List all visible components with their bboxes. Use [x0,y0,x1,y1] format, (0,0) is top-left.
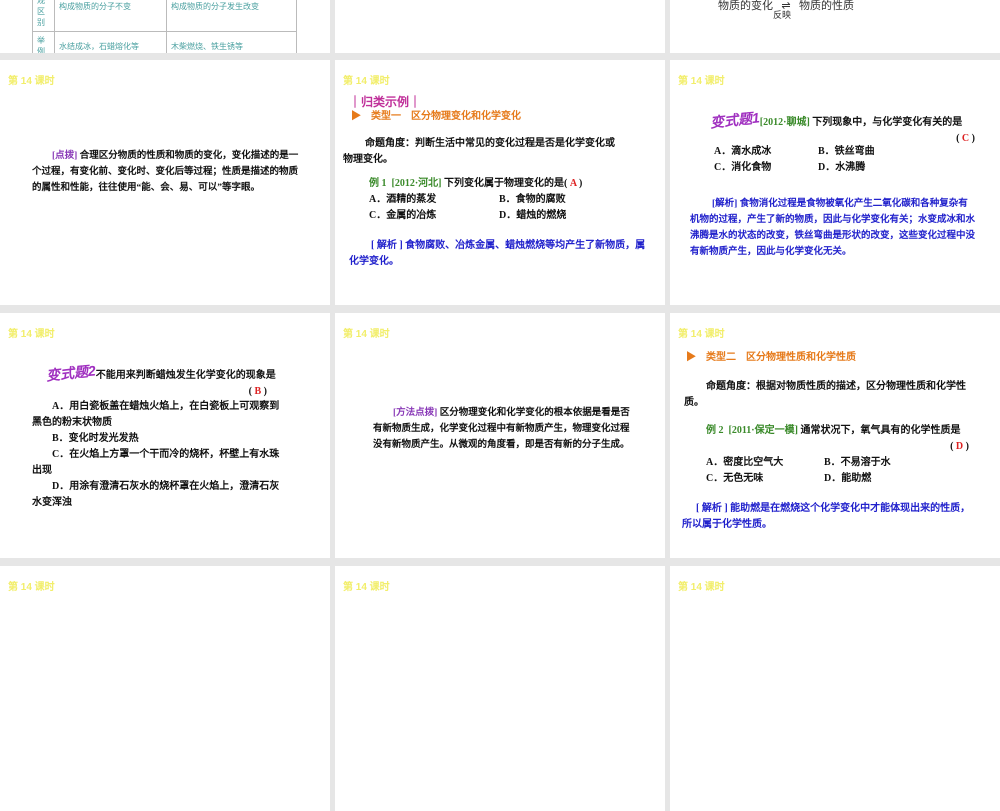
lesson-header: 第 14 课时 [678,76,725,87]
lesson-header: 第 14 课时 [678,582,725,593]
analysis-tag: [解析] [712,199,738,209]
answer: D [955,441,964,452]
options: A．酒精的蒸发 B．食物的腐败 C．金属的冶炼 D．蜡烛的燃烧 [369,192,639,224]
source: [2012·河北] [391,178,442,189]
option: A．滴水成冰 [714,146,772,157]
option: B．变化时发光发热 [52,433,139,444]
variant-label: 变式题2 [45,362,97,384]
example-label: 例 1 [369,178,387,189]
analysis: [ 解析 ] 能助燃是在燃烧这个化学变化中才能体现出来的性质，所以属于化学性质。 [682,501,977,533]
lesson-header: 第 14 课时 [343,76,390,87]
analysis: [ 解析 ] 食物腐败、冶炼金属、蜡烛燃烧等均产生了新物质，属化学变化。 [349,238,649,270]
slide-thumbnail-4[interactable]: 第 14 课时 [点拨] 合理区分物质的性质和物质的变化，变化描述的是一个过程，… [0,60,330,305]
relation-diagram: 物质的变化决定⇌反映物质的性质 [718,0,854,20]
angle-text: 命题角度：根据对物质性质的描述，区分物理性质和化学性质。 [684,379,974,411]
option: C．在火焰上方罩一个干而冷的烧杯，杯壁上有水珠出现 [32,449,280,476]
row-header: 微观区别 [32,0,55,32]
method-tip: [方法点拨] 区分物理变化和化学变化的根本依据是看是否有新物质生成，化学变化过程… [373,405,633,453]
type-text: 类型二 区分物理性质和化学性质 [706,352,856,363]
tip-tag: [方法点拨] [393,408,438,418]
analysis: [解析] 食物消化过程是食物被氧化产生二氧化碳和各种复杂有机物的过程，产生了新的… [690,196,975,260]
option: D．用涂有澄清石灰水的烧杯罩在火焰上，澄清石灰水变浑浊 [32,481,280,508]
question: 例 1 [2012·河北] 下列变化属于物理变化的是( A ) [369,176,582,192]
question-text: 通常状况下，氧气具有的化学性质是 [800,425,961,436]
option: C．金属的冶炼 [369,210,437,221]
paren: ) [579,178,583,189]
lesson-header: 第 14 课时 [8,582,55,593]
tip-text: [点拨] 合理区分物质的性质和物质的变化，变化描述的是一个过程，有变化前、变化时… [32,148,302,196]
answer: C [961,133,970,144]
example-label: 例 2 [706,425,724,436]
question-text: 下列变化属于物理变化的是( [444,178,568,189]
options: A．滴水成冰 B．铁丝弯曲 C．消化食物 D．水沸腾 [714,144,974,176]
cell: 水结成冰，石蜡熔化等 [54,31,167,53]
tip-tag: [点拨] [52,151,78,161]
row-header: 举例 [32,31,55,53]
question-text: 不能用来判断蜡烛发生化学变化的现象是 [95,370,276,381]
source: [2012·聊城] [759,117,810,128]
option: C．无色无味 [706,473,764,484]
options: A．用白瓷板盖在蜡烛火焰上，在白瓷板上可观察到黑色的粉末状物质 B．变化时发光发… [32,399,287,511]
variant-label: 变式题1 [709,109,761,131]
cell: 构成物质的分子发生改变 [166,0,297,32]
options: A．密度比空气大 B．不易溶于水 C．无色无味 D．能助燃 [706,455,966,487]
section-title: ｜归类示例｜ [349,95,422,109]
arrow-top-label: 决定 [773,0,789,2]
lesson-header: 第 14 课时 [8,329,55,340]
option: A．密度比空气大 [706,457,784,468]
slide-thumbnail-8[interactable]: 第 14 课时 [方法点拨] 区分物理变化和化学变化的根本依据是看是否有新物质生… [335,313,665,558]
comparison-table: 微观区别构成物质的分子不变构成物质的分子发生改变 举例水结成冰，石蜡熔化等木柴燃… [32,0,297,53]
answer: A [569,178,577,189]
right-text: 物质的性质 [799,0,854,12]
source: [2011·保定一模] [728,425,798,436]
angle-body: 命题角度：判断生活中常见的变化过程是否是化学变化或物理变化。 [343,138,615,165]
lesson-header: 第 14 课时 [343,582,390,593]
cell: 木柴燃烧、铁生锈等 [166,31,297,53]
arrow-bottom-label: 反映 [773,10,792,20]
slide-thumbnail-6[interactable]: 第 14 课时 变式题1[2012·聊城] 下列现象中，与化学变化有关的是( C… [670,60,1000,305]
option: D．蜡烛的燃烧 [499,210,567,221]
type-heading: ▶ 类型一 区分物理变化和化学变化 [351,111,521,122]
lesson-header: 第 14 课时 [343,329,390,340]
analysis-tag: [ 解析 ] [696,503,728,514]
angle-body: 命题角度：根据对物质性质的描述，区分物理性质和化学性质。 [684,381,966,408]
option: B．不易溶于水 [824,457,891,468]
option: B．铁丝弯曲 [818,146,875,157]
question: 例 2 [2011·保定一模] 通常状况下，氧气具有的化学性质是( D ) [706,425,969,452]
question-text: 下列现象中，与化学变化有关的是 [812,117,963,128]
type-heading: ▶ 类型二 区分物理性质和化学性质 [686,352,856,363]
option: D．能助燃 [824,473,872,484]
slide-thumbnail-7[interactable]: 第 14 课时 变式题2不能用来判断蜡烛发生化学变化的现象是( B ) A．用白… [0,313,330,558]
type-text: 类型一 区分物理变化和化学变化 [371,111,521,122]
slide-thumbnail-5[interactable]: 第 14 课时 ｜归类示例｜ ▶ 类型一 区分物理变化和化学变化 命题角度：判断… [335,60,665,305]
answer: B [254,386,262,397]
lesson-header: 第 14 课时 [678,329,725,340]
slide-thumbnail-9[interactable]: 第 14 课时 ▶ 类型二 区分物理性质和化学性质 命题角度：根据对物质性质的描… [670,313,1000,558]
left-text: 物质的变化 [718,0,773,12]
lesson-header: 第 14 课时 [8,76,55,87]
analysis-tag: [ 解析 ] [371,240,403,251]
question: 变式题2不能用来判断蜡烛发生化学变化的现象是( B ) [45,362,276,397]
slide-thumbnail-11[interactable]: 第 14 课时 [335,566,665,811]
angle-text: 命题角度：判断生活中常见的变化过程是否是化学变化或物理变化。 [343,136,623,168]
slide-thumbnail-12[interactable]: 第 14 课时 [670,566,1000,811]
question: 变式题1[2012·聊城] 下列现象中，与化学变化有关的是( C ) [709,109,975,144]
option: B．食物的腐败 [499,194,566,205]
option: A．用白瓷板盖在蜡烛火焰上，在白瓷板上可观察到黑色的粉末状物质 [32,401,280,428]
slide-thumbnail-2[interactable] [335,0,665,53]
option: C．消化食物 [714,162,772,173]
option: D．水沸腾 [818,162,866,173]
option: A．酒精的蒸发 [369,194,437,205]
cell: 构成物质的分子不变 [54,0,167,32]
slide-thumbnail-1[interactable]: 微观区别构成物质的分子不变构成物质的分子发生改变 举例水结成冰，石蜡熔化等木柴燃… [0,0,330,53]
slide-thumbnail-3[interactable]: 物质的变化决定⇌反映物质的性质 [670,0,1000,53]
slide-thumbnail-10[interactable]: 第 14 课时 [0,566,330,811]
